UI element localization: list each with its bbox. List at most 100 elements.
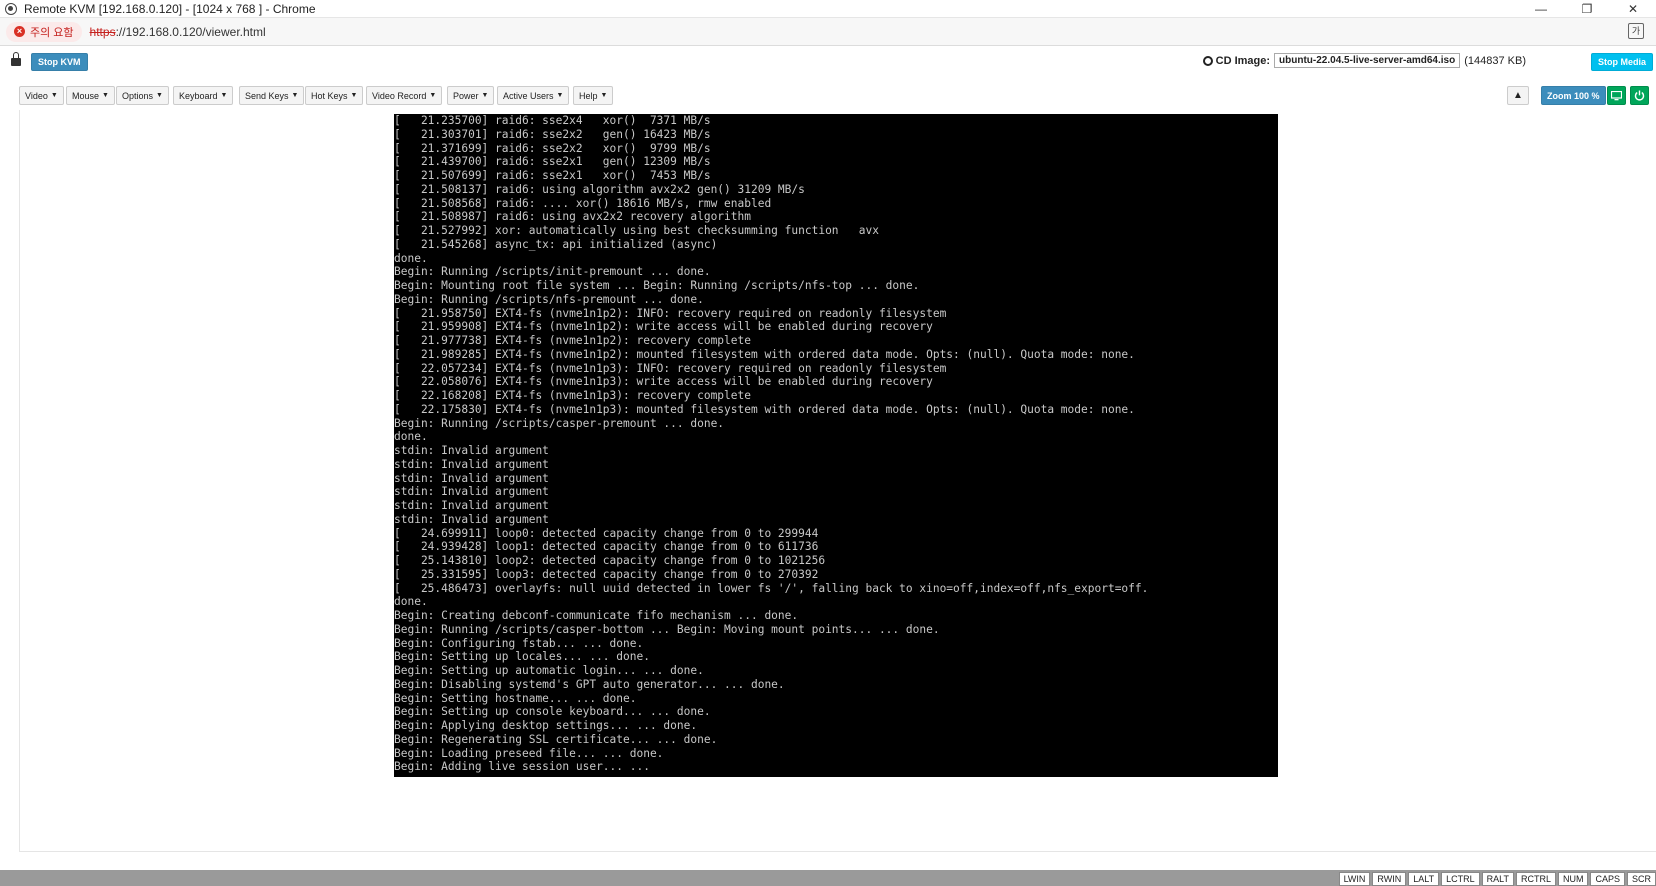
console-line: [ 22.168208] EXT4-fs (nvme1n1p3): recove…	[394, 389, 751, 402]
console-line: Begin: Loading preseed file... ... done.	[394, 746, 664, 760]
console-line: stdin: Invalid argument	[394, 457, 549, 471]
console-line: [ 21.303701] raid6: sse2x2 gen() 16423 M…	[394, 127, 711, 141]
console-line: [ 24.699911] loop0: detected capacity ch…	[394, 526, 819, 540]
menu-power-label: Power	[453, 90, 479, 101]
console-line: done.	[394, 595, 428, 609]
window-titlebar: Remote KVM [192.168.0.120] - [1024 x 768…	[0, 0, 1656, 18]
menu-send-keys[interactable]: Send Keys ▼	[239, 86, 305, 105]
warning-triangle-icon: ▲	[1513, 90, 1523, 101]
console-line: [ 22.058076] EXT4-fs (nvme1n1p3): write …	[394, 375, 933, 389]
console-line: done.	[394, 251, 428, 265]
console-output: [ 21.235700] raid6: sse2x4 xor() 7371 MB…	[394, 114, 1278, 774]
key-indicator-caps[interactable]: CAPS	[1590, 872, 1625, 886]
console-line: [ 21.508568] raid6: .... xor() 18616 MB/…	[394, 196, 772, 210]
menu-hot-keys-label: Hot Keys	[311, 90, 348, 101]
window-controls: — ❐ ✕	[1518, 0, 1656, 18]
lock-icon[interactable]	[11, 52, 21, 66]
url-field[interactable]: https://192.168.0.120/viewer.html	[90, 25, 266, 39]
status-bar: LWIN RWIN LALT LCTRL RALT RCTRL NUM CAPS SCR	[0, 870, 1656, 886]
console-line: [ 25.486473] overlayfs: null uuid detect…	[394, 581, 1149, 595]
cd-icon	[1202, 55, 1213, 66]
warning-triangle-button[interactable]: ▲	[1507, 86, 1529, 105]
chevron-down-icon: ▼	[481, 92, 489, 99]
monitor-icon	[1611, 90, 1622, 100]
menu-keyboard-label: Keyboard	[179, 90, 218, 101]
menu-video-label: Video	[25, 90, 48, 101]
key-indicator-scr[interactable]: SCR	[1626, 872, 1656, 886]
cd-image-file[interactable]: ubuntu-22.04.5-live-server-amd64.iso	[1274, 53, 1461, 68]
power-button[interactable]	[1630, 86, 1649, 105]
menu-options-label: Options	[122, 90, 154, 101]
modifier-key-indicators: LWIN RWIN LALT LCTRL RALT RCTRL NUM CAPS SCR	[1337, 872, 1656, 886]
key-indicator-rwin[interactable]: RWIN	[1372, 872, 1407, 886]
key-indicator-lalt[interactable]: LALT	[1408, 872, 1440, 886]
key-indicator-num[interactable]: NUM	[1557, 872, 1589, 886]
console-line: Begin: Applying desktop settings... ... …	[394, 719, 698, 732]
console-line: [ 21.545268] async_tx: api initialized (…	[394, 237, 718, 251]
console-line: Begin: Creating debconf-communicate fifo…	[394, 609, 799, 622]
security-warning-text: 주의 요함	[30, 26, 74, 39]
menu-mouse[interactable]: Mouse ▼	[66, 86, 115, 105]
console-line: [ 21.439700] raid6: sse2x1 gen() 12309 M…	[394, 155, 711, 169]
console-line: [ 21.507699] raid6: sse2x1 xor() 7453 MB…	[394, 169, 711, 182]
stop-kvm-button[interactable]: Stop KVM	[31, 53, 88, 71]
key-indicator-ralt[interactable]: RALT	[1481, 872, 1514, 886]
url-rest: ://192.168.0.120/viewer.html	[115, 24, 266, 39]
kvm-menu-bar: Video ▼ Mouse ▼ Options ▼ Keyboard ▼ Send Ke…	[0, 82, 1656, 108]
console-line: Begin: Running /scripts/init-premount ..…	[394, 265, 711, 279]
menu-hot-keys[interactable]: Hot Keys ▼	[305, 86, 364, 105]
console-line: [ 21.371699] raid6: sse2x2 xor() 9799 MB…	[394, 141, 711, 155]
console-line: [ 21.977738] EXT4-fs (nvme1n1p2): recove…	[394, 334, 751, 347]
cd-image-area: CD Image: ubuntu-22.04.5-live-server-amd…	[1202, 53, 1526, 68]
console-line: [ 21.989285] EXT4-fs (nvme1n1p2): mounte…	[394, 347, 1135, 361]
power-icon	[1634, 90, 1645, 101]
console-line: [ 25.143810] loop2: detected capacity ch…	[394, 554, 826, 567]
menu-send-keys-label: Send Keys	[245, 90, 289, 101]
console-line: stdin: Invalid argument	[394, 444, 549, 457]
menu-mouse-label: Mouse	[72, 90, 100, 101]
monitor-button[interactable]	[1607, 86, 1626, 105]
console-line: [ 21.508987] raid6: using avx2x2 recover…	[394, 210, 751, 224]
kvm-viewport: [ 21.235700] raid6: sse2x4 xor() 7371 MB…	[0, 110, 1656, 870]
console-line: stdin: Invalid argument	[394, 485, 549, 499]
key-indicator-lctrl[interactable]: LCTRL	[1441, 872, 1480, 886]
menu-video[interactable]: Video ▼	[19, 86, 64, 105]
console-line: Begin: Running /scripts/casper-premount …	[394, 416, 725, 430]
window-title: Remote KVM [192.168.0.120] - [1024 x 768…	[24, 1, 316, 16]
minimize-button[interactable]: —	[1518, 0, 1564, 18]
chevron-down-icon: ▼	[350, 92, 358, 99]
menu-help-label: Help	[579, 90, 598, 101]
menu-power[interactable]: Power ▼	[447, 86, 495, 105]
console-line: [ 21.527992] xor: automatically using be…	[394, 224, 879, 237]
stop-media-button[interactable]: Stop Media	[1591, 53, 1654, 71]
key-indicator-lwin[interactable]: LWIN	[1338, 872, 1371, 886]
app-icon	[5, 2, 17, 15]
console-line: [ 21.958750] EXT4-fs (nvme1n1p2): INFO: …	[394, 306, 947, 320]
security-warning-chip[interactable]: × 주의 요함	[6, 21, 82, 42]
console-line: Begin: Adding live session user... ...	[394, 760, 650, 774]
warning-x-icon: ×	[14, 26, 25, 37]
console-line: [ 21.508137] raid6: using algorithm avx2…	[394, 182, 805, 196]
menu-options[interactable]: Options ▼	[116, 86, 169, 105]
console-line: Begin: Configuring fstab... ... done.	[394, 636, 644, 650]
console-line: [ 22.175830] EXT4-fs (nvme1n1p3): mounte…	[394, 402, 1135, 416]
menu-help[interactable]: Help ▼	[573, 86, 614, 105]
remote-screen[interactable]: [ 21.235700] raid6: sse2x4 xor() 7371 MB…	[394, 114, 1278, 777]
chevron-down-icon: ▼	[291, 92, 299, 99]
console-line: Begin: Mounting root file system ... Beg…	[394, 279, 920, 292]
key-indicator-rctrl[interactable]: RCTRL	[1515, 872, 1556, 886]
menu-video-record[interactable]: Video Record ▼	[366, 86, 443, 105]
console-line: Begin: Setting up console keyboard... ..…	[394, 705, 711, 719]
console-line: stdin: Invalid argument	[394, 471, 549, 485]
menu-video-record-label: Video Record	[372, 90, 427, 101]
translate-icon[interactable]: 가	[1628, 23, 1644, 39]
zoom-button[interactable]: Zoom 100 %	[1541, 86, 1606, 105]
console-line: [ 21.959908] EXT4-fs (nvme1n1p2): write …	[394, 320, 933, 334]
console-line: [ 21.235700] raid6: sse2x4 xor() 7371 MB…	[394, 114, 711, 127]
menu-active-users[interactable]: Active Users ▼	[497, 86, 570, 105]
close-button[interactable]: ✕	[1610, 0, 1656, 18]
chevron-down-icon: ▼	[220, 92, 228, 99]
maximize-button[interactable]: ❐	[1564, 0, 1610, 18]
menu-keyboard[interactable]: Keyboard ▼	[173, 86, 234, 105]
console-line: Begin: Setting up locales... ... done.	[394, 650, 650, 664]
